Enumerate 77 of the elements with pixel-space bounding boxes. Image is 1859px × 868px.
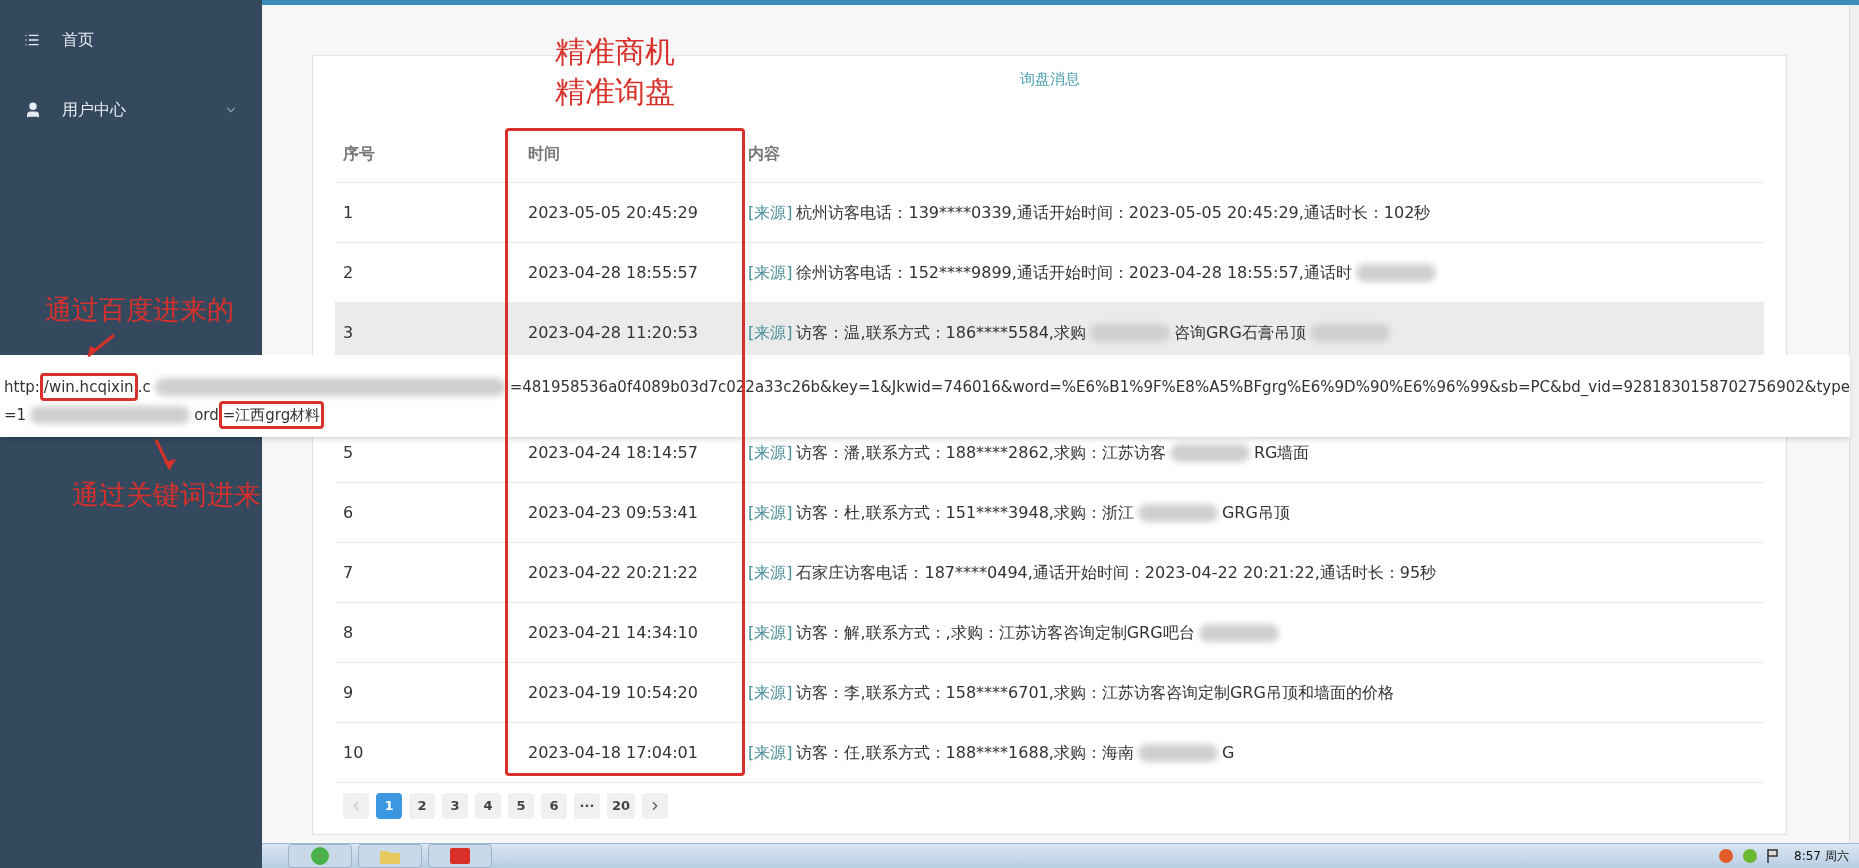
taskbar-button[interactable] bbox=[288, 844, 352, 868]
source-link[interactable]: [来源] bbox=[748, 740, 793, 765]
table-cell-text: 3 bbox=[342, 321, 355, 344]
table-cell-text: 2023-04-21 14:34:10 bbox=[527, 621, 699, 644]
table-cell-text: 杭州访客电话：139****0339,通话开始时间：2023-05-05 20:45:29,通话时长：102秒 bbox=[796, 201, 1431, 224]
sidebar-item[interactable]: 首页 bbox=[0, 22, 262, 58]
url-text: .c bbox=[137, 377, 151, 398]
marked-url-text: /win.hcqixin bbox=[39, 373, 138, 401]
document-icon bbox=[449, 847, 471, 865]
tray-icon bbox=[1742, 848, 1759, 864]
table-cell-text: 2023-04-28 11:20:53 bbox=[527, 321, 699, 344]
table-cell-text: 10 bbox=[342, 741, 365, 764]
column-header: 内容 bbox=[748, 143, 780, 165]
sidebar-item[interactable]: 用户中心 bbox=[0, 92, 262, 128]
annotation-text: 通过关键词进来 bbox=[72, 478, 261, 512]
table-cell-text: 2023-05-05 20:45:29 bbox=[527, 201, 699, 224]
table-cell-text: G bbox=[1221, 741, 1235, 764]
table-cell-text: 9 bbox=[342, 681, 355, 704]
table-cell-text: 2023-04-19 10:54:20 bbox=[527, 681, 699, 704]
table-cell-text: 6 bbox=[342, 501, 355, 524]
page-button[interactable]: 5 bbox=[508, 793, 534, 819]
table-cell-text: 2023-04-24 18:14:57 bbox=[527, 441, 699, 464]
table-cell-text: 2 bbox=[342, 261, 355, 284]
marked-url-text: =江西grg材料 bbox=[218, 401, 325, 429]
table-cell-text: 8 bbox=[342, 621, 355, 644]
card-title: 询盘消息 bbox=[1019, 69, 1080, 90]
source-link[interactable]: [来源] bbox=[748, 680, 793, 705]
table-cell-text: 咨询GRG石膏吊顶 bbox=[1173, 321, 1306, 344]
source-link[interactable]: [来源] bbox=[748, 200, 793, 225]
source-link[interactable]: [来源] bbox=[748, 560, 793, 585]
source-link[interactable]: [来源] bbox=[748, 320, 793, 345]
column-header: 序号 bbox=[342, 143, 376, 165]
table-cell-text: 2023-04-22 20:21:22 bbox=[527, 561, 699, 584]
table-cell-text: 访客：任,联系方式：188****1688,求购：海南 bbox=[796, 741, 1134, 764]
page-button[interactable]: 3 bbox=[442, 793, 468, 819]
page-button[interactable]: 20 bbox=[607, 793, 636, 819]
table-cell-text: 访客：温,联系方式：186****5584,求购 bbox=[796, 321, 1086, 344]
annotation-text: 通过百度进来的 bbox=[45, 293, 234, 327]
table-cell-text: GRG吊顶 bbox=[1221, 501, 1290, 524]
table-cell-text: 访客：解,联系方式：,求购：江苏访客咨询定制GRG吧台 bbox=[796, 621, 1195, 644]
user-icon bbox=[24, 101, 42, 119]
clock-day: 周六 bbox=[1825, 847, 1849, 865]
source-link[interactable]: [来源] bbox=[748, 440, 793, 465]
taskbar-button[interactable] bbox=[358, 844, 422, 868]
table-cell-text: 7 bbox=[342, 561, 355, 584]
page-button[interactable]: 6 bbox=[541, 793, 567, 819]
table-cell-text: 徐州访客电话：152****9899,通话开始时间：2023-04-28 18:55:57,通话时 bbox=[796, 261, 1352, 284]
table-cell-text: 2023-04-28 18:55:57 bbox=[527, 261, 699, 284]
table-cell-text: 访客：潘,联系方式：188****2862,求购：江苏访客 bbox=[796, 441, 1166, 464]
app-icon bbox=[310, 846, 330, 866]
table-cell-text: RG墙面 bbox=[1253, 441, 1310, 464]
annotation-text: 精准询盘 bbox=[555, 73, 675, 111]
url-text: =1 bbox=[4, 405, 27, 426]
table-cell-text: 访客：李,联系方式：158****6701,求购：江苏访客咨询定制GRG吊顶和墙面的价格 bbox=[796, 681, 1394, 704]
annotation-text: 精准商机 bbox=[555, 33, 675, 71]
column-header: 时间 bbox=[527, 143, 561, 165]
clock-time: 8:57 bbox=[1794, 848, 1821, 865]
taskbar-button[interactable] bbox=[428, 844, 492, 868]
table-cell-text: 5 bbox=[342, 441, 355, 464]
page-button[interactable]: ··· bbox=[574, 793, 600, 819]
source-link[interactable]: [来源] bbox=[748, 500, 793, 525]
source-link[interactable]: [来源] bbox=[748, 620, 793, 645]
next-page-button[interactable] bbox=[642, 793, 669, 819]
page-button[interactable]: 1 bbox=[376, 793, 402, 819]
tray-icon bbox=[1718, 848, 1735, 864]
table-cell-text: 2023-04-23 09:53:41 bbox=[527, 501, 699, 524]
table-cell-text: 1 bbox=[342, 201, 355, 224]
flag-icon bbox=[1766, 848, 1781, 864]
page-button[interactable]: 2 bbox=[409, 793, 435, 819]
table-cell-text: 访客：杜,联系方式：151****3948,求购：浙江 bbox=[796, 501, 1134, 524]
url-text: http: bbox=[4, 377, 40, 398]
list-icon bbox=[24, 32, 40, 48]
url-text: ord bbox=[194, 405, 219, 426]
page-button[interactable]: 4 bbox=[475, 793, 501, 819]
table-cell-text: 石家庄访客电话：187****0494,通话开始时间：2023-04-22 20:21:22,通话时长：95秒 bbox=[796, 561, 1437, 584]
source-link[interactable]: [来源] bbox=[748, 260, 793, 285]
table-cell-text: 2023-04-18 17:04:01 bbox=[527, 741, 699, 764]
